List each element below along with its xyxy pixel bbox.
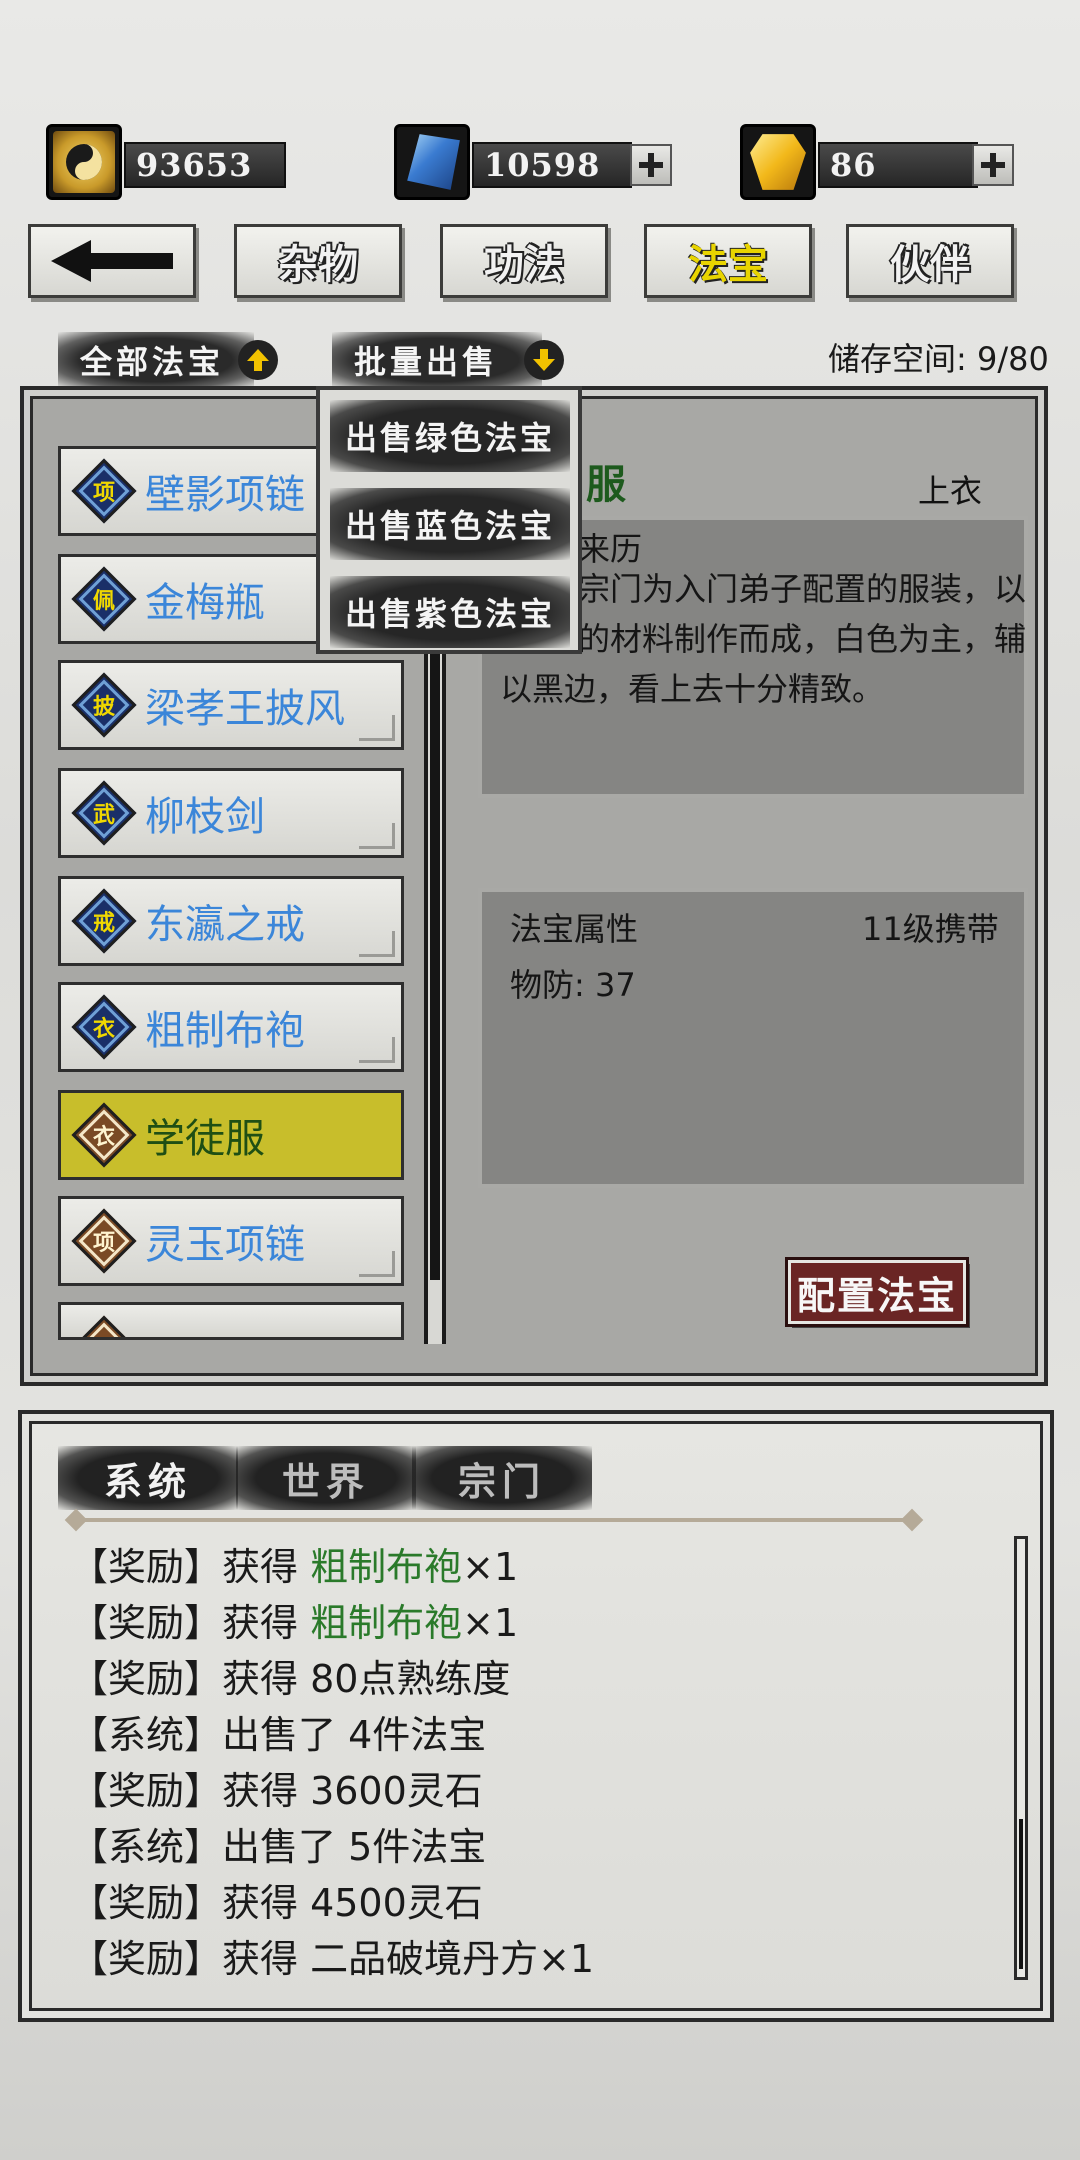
chat-line: 【奖励】获得 粗制布袍×1 xyxy=(70,1545,519,1589)
chat-scrollbar-thumb[interactable] xyxy=(1019,1819,1023,1969)
stat-defense: 物防: 37 xyxy=(510,966,636,1004)
chat-line: 【奖励】获得 3600灵石 xyxy=(70,1769,483,1813)
corner-ornament xyxy=(359,1251,395,1277)
ring-badge-icon: 戒 xyxy=(71,888,137,954)
level-requirement: 11级携带 xyxy=(862,910,999,948)
equip-treasure-button[interactable]: 配置法宝 xyxy=(785,1257,969,1327)
sell-purple-option[interactable]: 出售紫色法宝 xyxy=(330,576,570,648)
chat-tab-sect[interactable]: 宗门 xyxy=(412,1446,592,1510)
crystal-amount: 10598 xyxy=(472,142,632,188)
sell-blue-option[interactable]: 出售蓝色法宝 xyxy=(330,488,570,560)
arrow-up-icon xyxy=(238,340,278,380)
list-item[interactable]: 披 梁孝王披风 xyxy=(58,660,404,750)
list-item[interactable]: 武 柳枝剑 xyxy=(58,768,404,858)
chat-line: 【系统】出售了 4件法宝 xyxy=(70,1713,487,1757)
add-gem-button[interactable] xyxy=(972,144,1014,186)
necklace-badge-icon: 项 xyxy=(71,458,137,524)
necklace-badge-icon: 项 xyxy=(71,1208,137,1274)
tab-misc[interactable]: 杂物 xyxy=(234,224,402,298)
chat-line: 【系统】出售了 5件法宝 xyxy=(70,1825,487,1869)
item-name: 金梅瓶 xyxy=(145,580,265,626)
list-item[interactable]: 戒 东瀛之戒 xyxy=(58,876,404,966)
chat-line: 【奖励】获得 粗制布袍×1 xyxy=(70,1601,519,1645)
chat-scrollbar[interactable] xyxy=(1014,1536,1028,1980)
chat-line: 【奖励】获得 二品破境丹方×1 xyxy=(70,1937,595,1981)
attr-label: 法宝属性 xyxy=(510,910,639,948)
item-slot: 上衣 xyxy=(918,472,983,510)
list-item[interactable]: 项 灵玉项链 xyxy=(58,1196,404,1286)
back-button[interactable] xyxy=(28,224,196,298)
corner-ornament xyxy=(359,1037,395,1063)
cape-badge-icon: 披 xyxy=(71,672,137,738)
item-name: 学徒服 xyxy=(145,1116,265,1162)
item-name: 壁影项链 xyxy=(145,472,305,518)
item-name: 梁孝王披风 xyxy=(145,686,345,732)
chat-tab-system[interactable]: 系统 xyxy=(58,1446,238,1510)
yin-yang-coin-icon xyxy=(46,124,122,200)
tab-treasures[interactable]: 法宝 xyxy=(644,224,812,298)
item-name: 灵玉项链 xyxy=(145,1222,305,1268)
coin-amount: 93653 xyxy=(124,142,286,188)
item-title: 服 xyxy=(586,461,626,508)
description-line-1: 宗门为入门弟子配置的服装，以 xyxy=(578,570,1027,608)
plus-icon xyxy=(981,153,1005,177)
batch-sell-menu: 出售绿色法宝 出售蓝色法宝 出售紫色法宝 xyxy=(316,386,582,654)
filter-all-label: 全部法宝 xyxy=(80,343,225,381)
chat-line: 【奖励】获得 80点熟练度 xyxy=(70,1657,511,1701)
back-arrow-icon xyxy=(51,240,173,282)
list-item-selected[interactable]: 衣 学徒服 xyxy=(58,1090,404,1180)
description-line-2: 的材料制作而成，白色为主，辅 xyxy=(578,620,1027,658)
sell-green-option[interactable]: 出售绿色法宝 xyxy=(330,400,570,472)
storage-capacity: 储存空间: 9/80 xyxy=(828,340,1049,378)
item-badge-icon xyxy=(71,1315,137,1337)
add-crystal-button[interactable] xyxy=(630,144,672,186)
chat-line: 【奖励】获得 4500灵石 xyxy=(70,1881,483,1925)
corner-ornament xyxy=(359,715,395,741)
filter-all-treasures[interactable]: 全部法宝 xyxy=(58,332,254,388)
robe-badge-icon: 衣 xyxy=(71,1102,137,1168)
item-name: 柳枝剑 xyxy=(145,794,265,840)
chat-divider xyxy=(76,1518,916,1522)
pendant-badge-icon: 佩 xyxy=(71,566,137,632)
description-line-3: 以黑边，看上去十分精致。 xyxy=(500,670,885,708)
tab-partners[interactable]: 伙伴 xyxy=(846,224,1014,298)
plus-icon xyxy=(639,153,663,177)
item-name: 东瀛之戒 xyxy=(145,902,305,948)
batch-sell-button[interactable]: 批量出售 xyxy=(332,332,542,388)
tab-skills[interactable]: 功法 xyxy=(440,224,608,298)
corner-ornament xyxy=(359,931,395,957)
item-name: 粗制布袍 xyxy=(145,1008,305,1054)
list-item[interactable]: 衣 粗制布袍 xyxy=(58,982,404,1072)
batch-sell-label: 批量出售 xyxy=(354,343,499,381)
corner-ornament xyxy=(359,823,395,849)
weapon-badge-icon: 武 xyxy=(71,780,137,846)
gold-gem-icon xyxy=(740,124,816,200)
blue-crystal-icon xyxy=(394,124,470,200)
robe-badge-icon: 衣 xyxy=(71,994,137,1060)
list-item-partial[interactable] xyxy=(58,1302,404,1340)
gem-amount: 86 xyxy=(818,142,978,188)
arrow-down-icon xyxy=(524,340,564,380)
chat-tab-world[interactable]: 世界 xyxy=(236,1446,416,1510)
